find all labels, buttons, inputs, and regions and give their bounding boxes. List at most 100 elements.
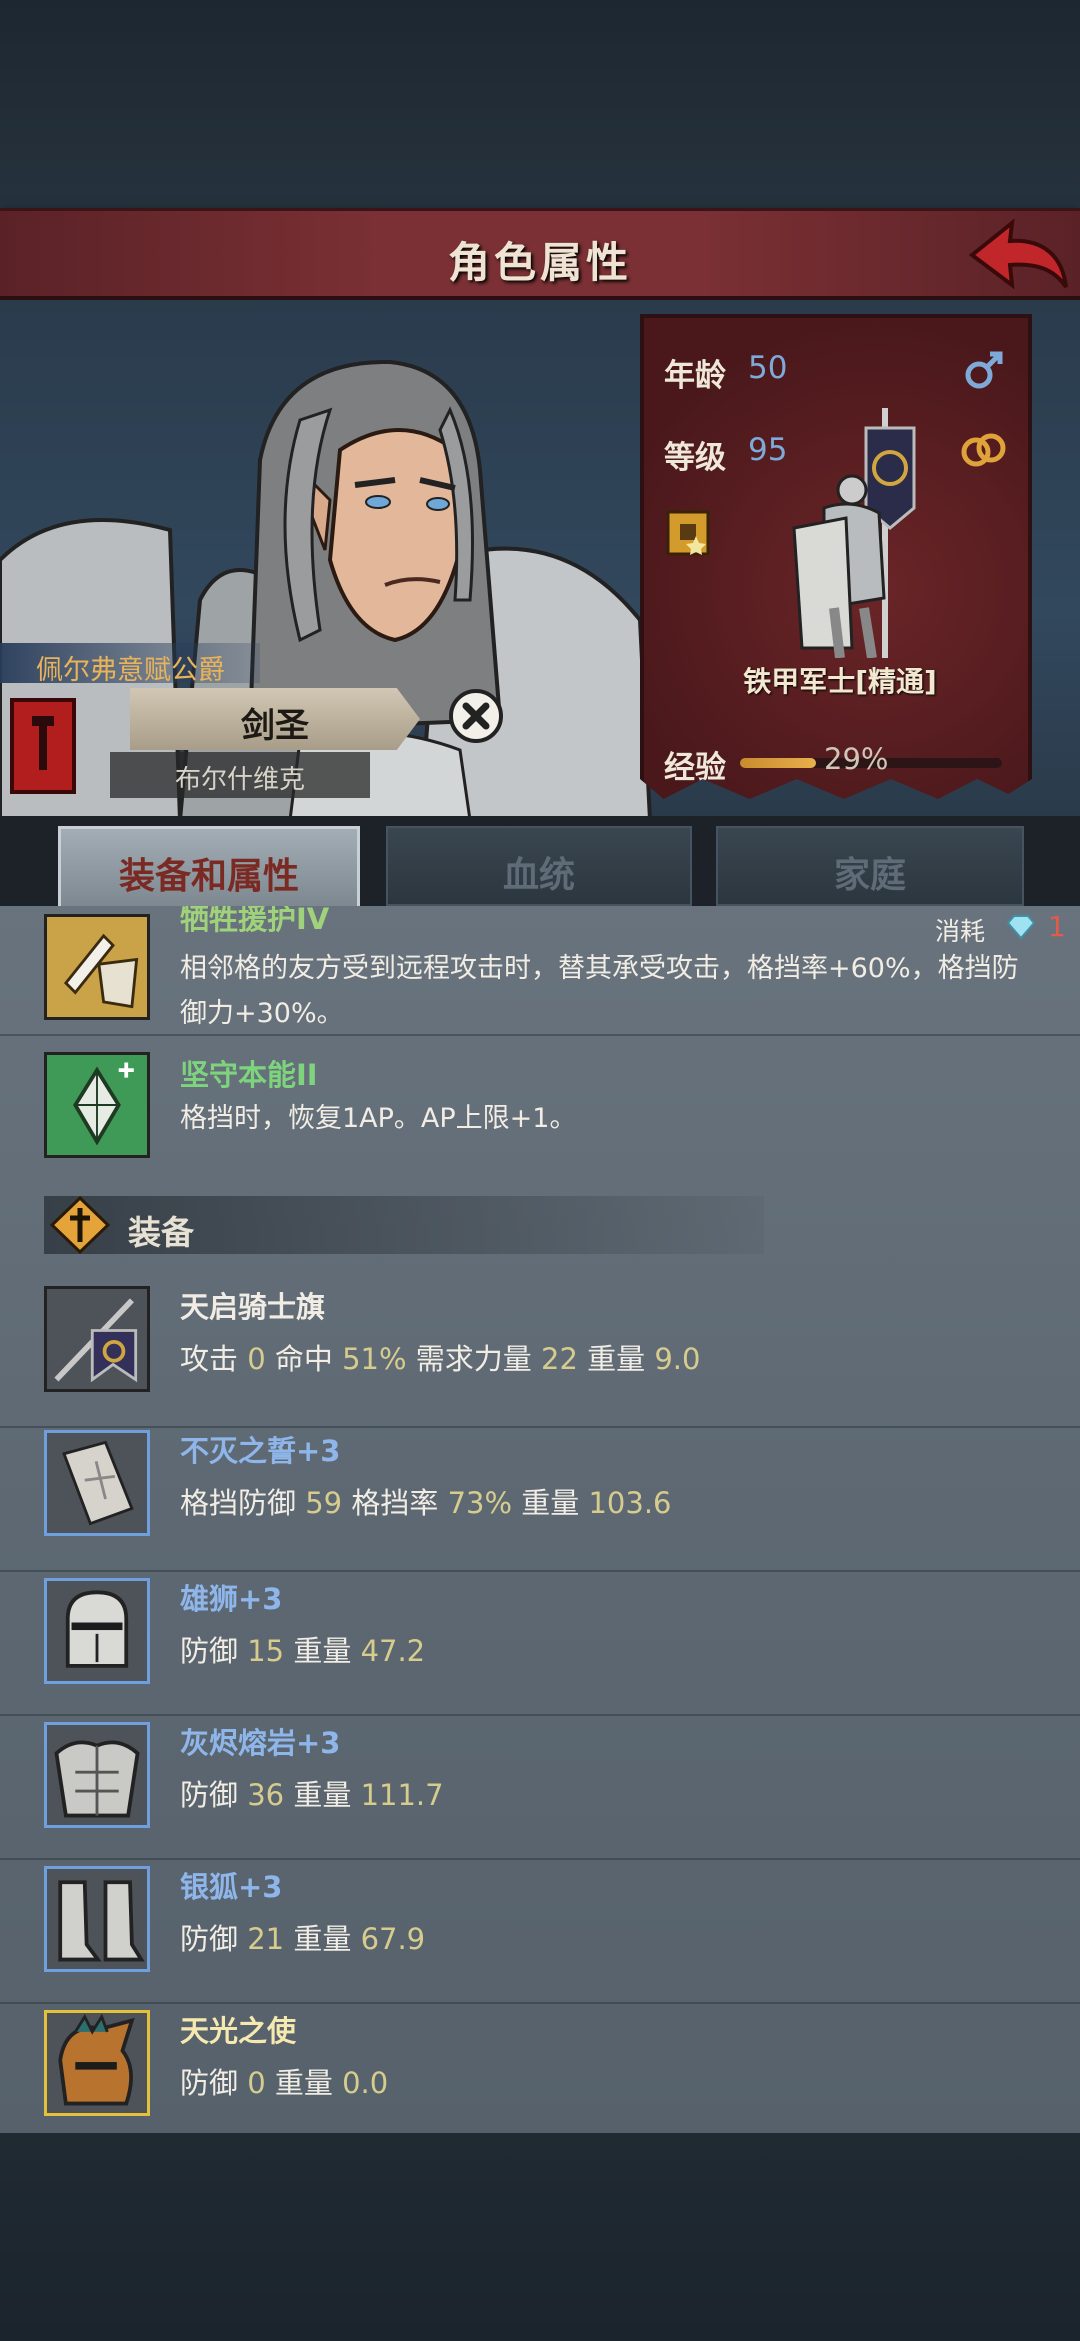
divider	[0, 1426, 1080, 1428]
stat-value: 47.2	[360, 1634, 426, 1668]
stat-value: 0.0	[342, 2066, 389, 2100]
exp-bar-fill	[740, 758, 816, 768]
house-label: 佩尔弗意赋公爵	[0, 643, 260, 686]
title-bar: 角色属性	[0, 208, 1080, 300]
equipment-name: 不灭之誓+3	[180, 1434, 341, 1468]
stat-value: 59	[305, 1486, 343, 1520]
stat-label: 重量	[284, 1634, 361, 1668]
stat-label: 攻击	[180, 1342, 248, 1376]
equipment-stats: 防御 15 重量 47.2	[180, 1628, 425, 1670]
tab-equipment[interactable]: 装备和属性	[58, 826, 360, 906]
equipment-stats: 防御 0 重量 0.0	[180, 2060, 388, 2102]
stat-value: 103.6	[588, 1486, 672, 1520]
equipment-row[interactable]: 不灭之誓+3 格挡防御 59 格挡率 73% 重量 103.6	[0, 1430, 1080, 1560]
stat-value: 51%	[342, 1342, 407, 1376]
stat-label: 格挡率	[342, 1486, 448, 1520]
stat-label: 防御	[180, 1778, 248, 1812]
bottom-background	[0, 2133, 1080, 2341]
consume-value: 1	[1048, 910, 1066, 943]
section-title: 装备	[128, 1213, 194, 1252]
stat-value: 9.0	[654, 1342, 701, 1376]
stat-value: 22	[541, 1342, 578, 1376]
stat-value: 21	[247, 1922, 285, 1956]
divider	[0, 1570, 1080, 1572]
stat-value: 67.9	[360, 1922, 426, 1956]
stat-value: 111.7	[360, 1778, 444, 1812]
equipment-name: 银狐+3	[180, 1870, 283, 1904]
tab-bloodline[interactable]: 血统	[386, 826, 692, 906]
exp-label: 经验	[664, 750, 726, 786]
crest-banner-icon	[10, 698, 76, 794]
perk-badge-icon[interactable]	[666, 510, 710, 556]
hero-name: 布尔什维克	[110, 752, 370, 798]
hero-panel: 佩尔弗意赋公爵 剑圣 布尔什维克 年龄 50 等级 95 铁甲军士[精通] 经验…	[0, 300, 1080, 820]
name-plate: 剑圣 布尔什维克	[0, 688, 420, 806]
equipment-stats: 攻击 0 命中 51% 需求力量 22 重量 9.0	[180, 1336, 700, 1378]
hero-title: 剑圣	[130, 688, 420, 750]
skill-row[interactable]: 牺牲援护IV 消耗 1 相邻格的友方受到远程攻击时，替其承受攻击，格挡率+60%…	[0, 906, 1080, 1029]
skill-name: 坚守本能II	[180, 1058, 318, 1092]
equipment-stats: 防御 36 重量 111.7	[180, 1772, 444, 1814]
diamond-icon	[1006, 915, 1036, 940]
stat-label: 防御	[180, 2066, 248, 2100]
ornate-helm-icon	[44, 2010, 150, 2116]
back-arrow-icon	[968, 218, 1068, 290]
stat-label: 需求力量	[406, 1342, 542, 1376]
sacrifice-guard-skill-icon	[44, 914, 150, 1020]
stat-value: 36	[247, 1778, 285, 1812]
stat-label: 格挡防御	[180, 1486, 306, 1520]
shield-icon	[44, 1430, 150, 1536]
age-value: 50	[748, 350, 788, 386]
divider	[0, 1858, 1080, 1860]
body-armor-icon	[44, 1722, 150, 1828]
tab-bar: 装备和属性 血统 家庭	[0, 816, 1080, 908]
back-button[interactable]	[966, 217, 1070, 301]
equipment-name: 灰烬熔岩+3	[180, 1726, 341, 1760]
stat-value: 0	[247, 2066, 266, 2100]
divider	[0, 2002, 1080, 2004]
equipment-row[interactable]: 雄狮+3 防御 15 重量 47.2	[0, 1574, 1080, 1704]
equipment-row[interactable]: 灰烬熔岩+3 防御 36 重量 111.7	[0, 1718, 1080, 1848]
greaves-icon	[44, 1866, 150, 1972]
stat-value: 0	[247, 1342, 266, 1376]
skill-row[interactable]: 坚守本能II 格挡时，恢复1AP。AP上限+1。	[0, 1052, 1080, 1170]
equipment-name: 雄狮+3	[180, 1582, 283, 1616]
equipment-row[interactable]: 天光之使 防御 0 重量 0.0	[0, 2006, 1080, 2126]
stat-label: 防御	[180, 1922, 248, 1956]
skill-desc: 相邻格的友方受到远程攻击时，替其承受攻击，格挡率+60%，格挡防御力+30%。	[180, 953, 1019, 1029]
consume-label: 消耗	[935, 917, 986, 946]
stat-label: 重量	[284, 1778, 361, 1812]
skill-name: 牺牲援护IV	[180, 906, 330, 936]
equipment-row[interactable]: 天启骑士旗 攻击 0 命中 51% 需求力量 22 重量 9.0	[0, 1286, 1080, 1416]
top-background	[0, 0, 1080, 210]
rings-icon[interactable]	[958, 428, 1010, 472]
page-title: 角色属性	[447, 238, 632, 287]
divider	[0, 1034, 1080, 1036]
tab-family[interactable]: 家庭	[716, 826, 1024, 906]
helmet-icon	[44, 1578, 150, 1684]
exp-percent: 29%	[824, 742, 889, 776]
stat-label: 命中	[265, 1342, 343, 1376]
equipment-name: 天启骑士旗	[180, 1290, 326, 1324]
equipment-name: 天光之使	[180, 2014, 297, 2048]
male-icon	[965, 351, 1003, 389]
stat-value: 73%	[447, 1486, 513, 1520]
stat-label: 重量	[284, 1922, 361, 1956]
cross-emblem-icon	[50, 1196, 110, 1254]
equipment-section-header: 装备	[44, 1196, 764, 1254]
dismiss-button[interactable]	[448, 688, 504, 744]
age-label: 年龄	[664, 358, 726, 394]
class-name: 铁甲军士[精通]	[743, 665, 937, 698]
steadfast-instinct-skill-icon	[44, 1052, 150, 1158]
equipment-row[interactable]: 银狐+3 防御 21 重量 67.9	[0, 1862, 1080, 1992]
class-figure	[792, 408, 916, 658]
skill-desc: 格挡时，恢复1AP。AP上限+1。	[180, 1103, 577, 1134]
equipment-stats: 防御 21 重量 67.9	[180, 1916, 425, 1958]
detail-list[interactable]: 牺牲援护IV 消耗 1 相邻格的友方受到远程攻击时，替其承受攻击，格挡率+60%…	[0, 906, 1080, 2133]
banner-weapon-icon	[44, 1286, 150, 1392]
level-label: 等级	[664, 440, 726, 476]
stat-label: 重量	[512, 1486, 589, 1520]
stat-label: 重量	[577, 1342, 655, 1376]
equipment-stats: 格挡防御 59 格挡率 73% 重量 103.6	[180, 1480, 672, 1522]
stat-value: 15	[247, 1634, 285, 1668]
